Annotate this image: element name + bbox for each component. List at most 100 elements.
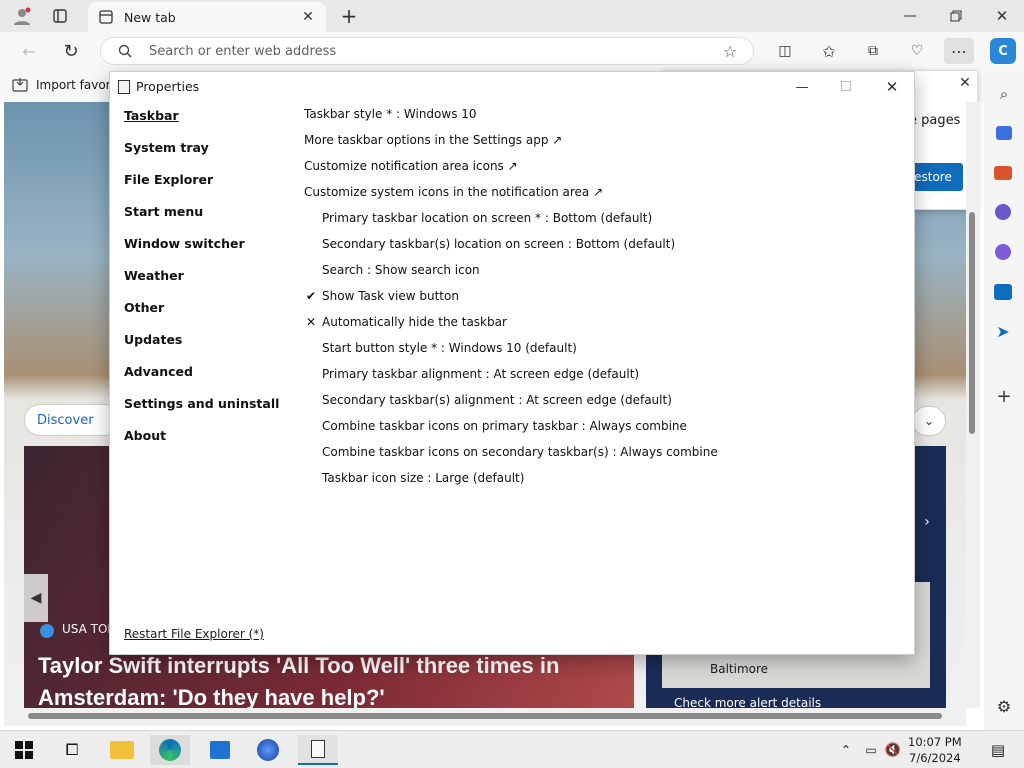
option-label: Automatically hide the taskbar [322, 315, 507, 329]
file-explorer-icon[interactable] [102, 735, 142, 765]
firefox-icon[interactable] [248, 735, 288, 765]
carousel-prev-icon[interactable]: ◀ [24, 574, 48, 622]
restore-icon[interactable] [944, 4, 968, 28]
notification-center-icon[interactable]: ▤ [978, 735, 1018, 765]
favorites-icon[interactable]: ✩ [818, 40, 840, 62]
minimize-icon[interactable]: — [898, 4, 922, 28]
nav-item-file-explorer[interactable]: File Explorer [124, 172, 279, 204]
copilot-icon[interactable]: C [990, 38, 1016, 64]
discover-label: Discover [37, 413, 94, 428]
option-row[interactable]: Search : Show search icon [304, 262, 718, 288]
option-row[interactable]: Primary taskbar alignment : At screen ed… [304, 366, 718, 392]
store-icon[interactable] [200, 735, 240, 765]
x-mark-icon: ✕ [305, 315, 317, 329]
option-row[interactable]: More taskbar options in the Settings app… [304, 132, 718, 158]
sidebar-shopping-icon[interactable] [996, 126, 1012, 140]
start-button[interactable] [4, 735, 44, 765]
tab-actions-icon[interactable] [48, 4, 72, 28]
sidebar-search-icon[interactable]: ⌕ [992, 82, 1016, 106]
option-row[interactable]: Combine taskbar icons on secondary taskb… [304, 444, 718, 470]
search-icon [117, 43, 133, 59]
browser-essentials-icon[interactable]: ♡ [906, 40, 928, 62]
new-tab-icon [98, 9, 114, 25]
add-tab-icon[interactable]: + [338, 4, 360, 28]
option-row[interactable]: Customize notification area icons ↗ [304, 158, 718, 184]
tray-overflow-icon[interactable]: ⌃ [836, 735, 856, 765]
option-row[interactable]: Secondary taskbar(s) alignment : At scre… [304, 392, 718, 418]
nav-item-settings-and-uninstall[interactable]: Settings and uninstall [124, 396, 279, 428]
option-label: Secondary taskbar(s) location on screen … [322, 237, 676, 251]
sidebar-m365-icon[interactable] [995, 244, 1011, 260]
vertical-scroll-thumb[interactable] [969, 212, 975, 434]
option-row[interactable]: Customize system icons in the notificati… [304, 184, 718, 210]
back-icon[interactable]: ← [18, 40, 40, 62]
window-title: Properties [136, 79, 200, 94]
refresh-icon[interactable]: ↻ [60, 40, 82, 62]
sidebar-games-icon[interactable] [995, 204, 1011, 220]
sidebar-tools-icon[interactable] [994, 166, 1012, 180]
option-row[interactable]: Taskbar style * : Windows 10 [304, 106, 718, 132]
address-placeholder: Search or enter web address [149, 44, 337, 59]
nav-item-system-tray[interactable]: System tray [124, 140, 279, 172]
windows-taskbar: ⧠ ⌃ ▭ 🔇 10:07 PM 7/6/2024 ▤ [0, 730, 1024, 768]
horizontal-scrollbar[interactable] [4, 708, 966, 726]
map-city-label: Baltimore [710, 662, 769, 676]
window-close-icon[interactable]: ✕ [880, 76, 904, 98]
window-minimize-icon[interactable]: — [790, 76, 814, 98]
taskbar-options-list: Taskbar style * : Windows 10 More taskbar… [304, 106, 718, 496]
option-label: More taskbar options in the Settings app… [304, 133, 563, 147]
option-label: Primary taskbar location on screen * : B… [322, 211, 653, 225]
clock-date: 7/6/2024 [909, 751, 961, 765]
nav-item-taskbar[interactable]: Taskbar [124, 108, 279, 140]
nav-item-about[interactable]: About [124, 428, 279, 460]
split-screen-icon[interactable]: ◫ [774, 40, 796, 62]
horizontal-scroll-thumb[interactable] [28, 713, 942, 719]
import-favorites-link[interactable]: Import favorites [36, 78, 110, 92]
option-row[interactable]: ✔ Show Task view button [304, 288, 718, 314]
nav-item-start-menu[interactable]: Start menu [124, 204, 279, 236]
option-row[interactable]: Primary taskbar location on screen * : B… [304, 210, 718, 236]
restart-explorer-link[interactable]: Restart File Explorer (*) [124, 627, 264, 641]
collections-icon[interactable]: ⧉ [862, 40, 884, 62]
option-label: Start button style * : Windows 10 (defau… [322, 341, 577, 355]
option-row[interactable]: Taskbar icon size : Large (default) [304, 470, 718, 496]
nav-item-window-switcher[interactable]: Window switcher [124, 236, 279, 268]
clock[interactable]: 10:07 PM 7/6/2024 [908, 734, 962, 766]
close-tab-icon[interactable]: ✕ [300, 9, 316, 25]
edge-taskbar-icon[interactable] [150, 735, 190, 765]
nav-item-other[interactable]: Other [124, 300, 279, 332]
volume-muted-icon[interactable]: 🔇 [882, 735, 904, 765]
network-icon[interactable]: ▭ [860, 735, 882, 765]
option-label: Primary taskbar alignment : At screen ed… [322, 367, 640, 381]
option-label: Combine taskbar icons on secondary taskb… [322, 445, 718, 459]
option-row[interactable]: ✕ Automatically hide the taskbar [304, 314, 718, 340]
chevron-down-icon[interactable]: ⌄ [912, 406, 946, 436]
carousel-next-icon[interactable]: › [918, 510, 936, 534]
sidebar-telegram-icon[interactable]: ➤ [994, 322, 1012, 341]
profile-icon[interactable] [10, 4, 34, 28]
address-bar[interactable]: Search or enter web address ☆ [100, 37, 754, 65]
news-headline[interactable]: Taylor Swift interrupts 'All Too Well' t… [38, 650, 628, 714]
tab-title: New tab [124, 10, 176, 25]
task-view-icon[interactable]: ⧠ [52, 735, 92, 765]
window-maximize-icon [841, 81, 851, 91]
sidebar-add-icon[interactable]: + [992, 384, 1016, 408]
option-row[interactable]: Combine taskbar icons on primary taskbar… [304, 418, 718, 444]
option-label: Customize system icons in the notificati… [304, 185, 604, 199]
discover-tab[interactable]: Discover [24, 404, 120, 436]
sidebar-outlook-icon[interactable] [994, 284, 1012, 300]
favorite-star-icon[interactable]: ☆ [721, 42, 739, 61]
clock-time: 10:07 PM [908, 735, 962, 749]
nav-item-advanced[interactable]: Advanced [124, 364, 279, 396]
close-window-icon[interactable]: ✕ [990, 4, 1014, 28]
tab-new[interactable]: New tab ✕ [88, 2, 326, 32]
sidebar-settings-icon[interactable]: ⚙ [992, 694, 1016, 718]
popup-close-icon[interactable]: ✕ [955, 73, 975, 93]
properties-taskbar-icon[interactable] [298, 735, 338, 765]
settings-more-icon[interactable]: ⋯ [944, 38, 974, 64]
option-row[interactable]: Secondary taskbar(s) location on screen … [304, 236, 718, 262]
vertical-scrollbar[interactable] [966, 102, 980, 708]
nav-item-weather[interactable]: Weather [124, 268, 279, 300]
option-row[interactable]: Start button style * : Windows 10 (defau… [304, 340, 718, 366]
nav-item-updates[interactable]: Updates [124, 332, 279, 364]
